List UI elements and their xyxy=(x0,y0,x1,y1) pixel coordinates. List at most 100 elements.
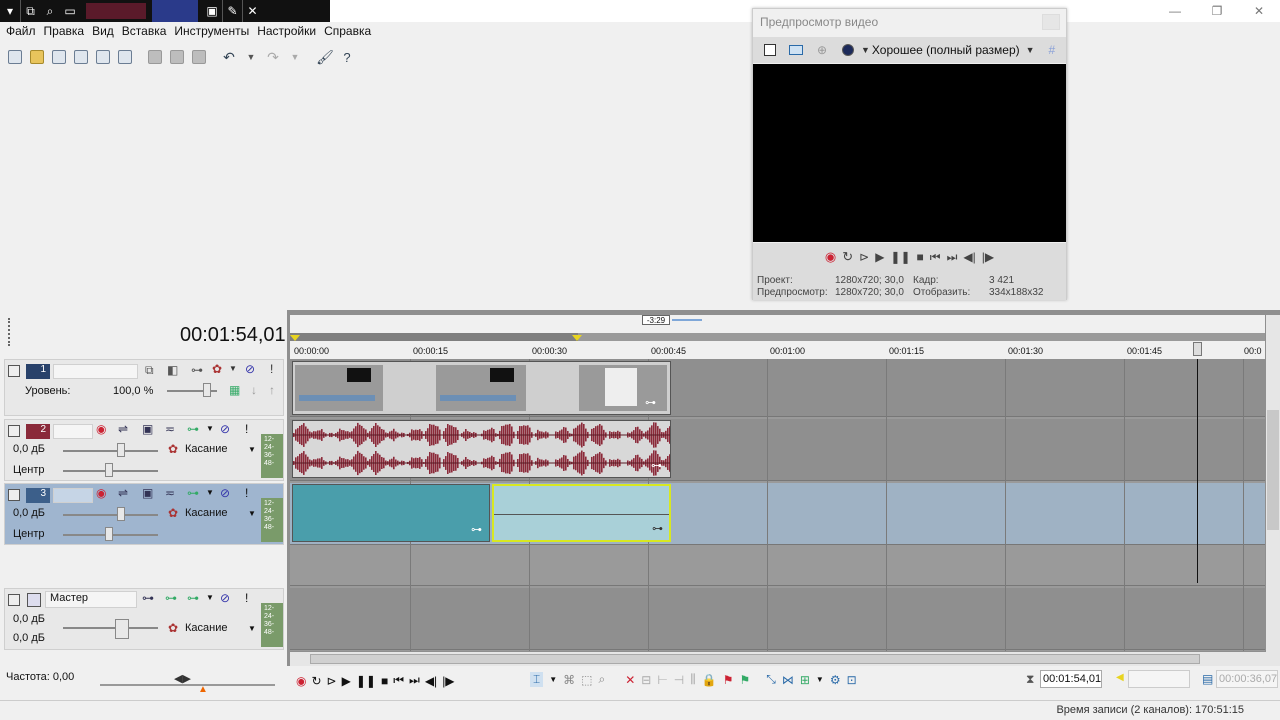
vertical-scrollbar[interactable] xyxy=(1266,315,1280,652)
clip-fx-icon[interactable]: ⊶ xyxy=(651,459,662,472)
split-icon[interactable]: ⫼ xyxy=(690,672,696,687)
automation-mode-icon[interactable]: ✿ xyxy=(168,621,178,635)
whats-this-icon[interactable]: ? xyxy=(336,46,358,68)
snapping-dropdown-icon[interactable]: ▼ xyxy=(816,675,824,684)
loop-icon[interactable]: ↻ xyxy=(311,674,321,688)
track-settings-dropdown-icon[interactable]: ▼ xyxy=(229,364,237,373)
automation-icon[interactable]: ≂ xyxy=(165,486,175,500)
undo-icon[interactable]: ↶ xyxy=(218,46,240,68)
menu-settings[interactable]: Настройки xyxy=(257,24,324,38)
video-preview-window[interactable]: Предпросмотр видео ⊕ ▼ Хорошее (полный р… xyxy=(752,8,1067,300)
cut-icon[interactable] xyxy=(144,46,166,68)
auto-ripple-icon[interactable]: ⚙ xyxy=(830,673,841,687)
stop-icon[interactable]: ■ xyxy=(381,674,388,688)
automation-mode[interactable]: Касание xyxy=(185,443,227,455)
level-slider-knob[interactable] xyxy=(203,383,211,397)
redo-dropdown-icon[interactable]: ▼ xyxy=(284,46,306,68)
prev-frame-icon[interactable]: ◀| xyxy=(963,250,975,264)
volume-slider-knob[interactable] xyxy=(117,507,125,521)
prev-frame-icon[interactable]: ◀| xyxy=(425,674,437,688)
pause-icon[interactable]: ❚❚ xyxy=(890,250,910,264)
volume-slider[interactable] xyxy=(63,514,158,516)
master-fx2-icon[interactable]: ⊶ xyxy=(187,591,199,605)
invert-phase-icon[interactable]: ⇌ xyxy=(118,486,128,500)
timeline-lanes[interactable]: ⊶ ⊶ ⊶ ⊶ xyxy=(290,359,1265,651)
restore-small-icon[interactable]: ⧉ xyxy=(20,0,40,22)
trim-start-icon[interactable]: ⊢ xyxy=(657,673,667,687)
edit-tool-dropdown-icon[interactable]: ▼ xyxy=(549,675,557,684)
mute-icon[interactable]: ⊘ xyxy=(220,486,230,500)
region-icon[interactable]: ⚑ xyxy=(739,673,750,687)
timeline-ruler[interactable]: -3:29 00:00:00 00:00:15 00:00:30 00:00:4… xyxy=(290,315,1265,359)
track-fx-box-icon[interactable]: ▣ xyxy=(142,422,153,436)
mute-icon[interactable]: ⊘ xyxy=(220,422,230,436)
lock-envelopes-icon[interactable]: ⊡ xyxy=(847,673,857,687)
master-volume-knob[interactable] xyxy=(115,619,129,639)
menu-file[interactable]: Файл xyxy=(6,24,44,38)
go-to-end-icon[interactable]: ⏭ xyxy=(409,673,420,688)
paste-icon[interactable] xyxy=(188,46,210,68)
arm-record-icon[interactable]: ◉ xyxy=(96,422,106,436)
master-automation-icon[interactable]: ⊶ xyxy=(142,591,154,605)
close-small-icon[interactable]: ✕ xyxy=(242,0,262,22)
pan-slider-knob[interactable] xyxy=(105,463,113,477)
menu-insert[interactable]: Вставка xyxy=(122,24,175,38)
go-to-end-icon[interactable]: ⏭ xyxy=(947,250,958,265)
cursor-time-field[interactable]: 00:01:54,01 xyxy=(1040,670,1102,688)
lane-master[interactable] xyxy=(290,588,1265,650)
pause-icon[interactable]: ❚❚ xyxy=(356,674,376,688)
track-fx-icon[interactable]: ⊶ xyxy=(187,422,199,436)
play-from-start-icon[interactable]: ⊳ xyxy=(327,674,337,688)
playhead-handle[interactable] xyxy=(1193,342,1202,356)
menu-edit[interactable]: Правка xyxy=(44,24,93,38)
track-header-audio-3[interactable]: 3 ◉ ⇌ ▣ ≂ ⊶ ▼ ⊘ ! 0,0 дБ ✿ Касание ▼ Цен… xyxy=(4,483,284,545)
normal-edit-tool-icon[interactable]: ⌶ xyxy=(530,672,544,687)
track-name-field[interactable] xyxy=(53,364,138,379)
master-volume-slider[interactable] xyxy=(63,627,158,629)
stop-icon[interactable]: ■ xyxy=(917,250,924,264)
quality-dropdown-arrow-icon[interactable]: ▼ xyxy=(861,45,870,55)
master-fx-icon[interactable]: ⊶ xyxy=(165,591,177,605)
play-icon[interactable]: ▶ xyxy=(875,250,884,264)
track-collapse-icon[interactable] xyxy=(8,489,20,501)
save-as-icon[interactable] xyxy=(70,46,92,68)
panel-grip[interactable] xyxy=(8,318,12,346)
overlays-icon[interactable]: # xyxy=(1049,43,1056,57)
redo-icon[interactable]: ↷ xyxy=(262,46,284,68)
external-monitor-icon[interactable] xyxy=(783,39,809,61)
screenshot-area-icon[interactable]: ▭ xyxy=(60,0,80,22)
maximize-button[interactable]: ❐ xyxy=(1196,0,1238,22)
zoom-icon[interactable]: ⌕ xyxy=(40,0,60,22)
rate-handle-icon[interactable]: ◀▶ xyxy=(174,672,191,685)
new-file-icon[interactable] xyxy=(4,46,26,68)
next-frame-icon[interactable]: |▶ xyxy=(982,250,994,264)
master-automation-mode[interactable]: Касание xyxy=(185,622,227,634)
preview-quality-select[interactable]: Хорошее (полный размер) xyxy=(872,43,1020,57)
zoom-tool-icon[interactable]: ⌕ xyxy=(598,672,605,687)
horizontal-scrollbar[interactable] xyxy=(290,652,1280,666)
master-fx-dropdown-icon[interactable]: ▼ xyxy=(206,593,214,602)
delete-icon[interactable]: ✕ xyxy=(625,673,635,687)
go-to-start-icon[interactable]: ⏮ xyxy=(393,673,404,688)
invert-phase-icon[interactable]: ⇌ xyxy=(118,422,128,436)
mute-icon[interactable]: ⊘ xyxy=(220,591,230,605)
snapping-icon[interactable]: ⊞ xyxy=(800,673,810,687)
automation-mode-icon[interactable]: ✿ xyxy=(168,506,178,520)
track-settings-icon[interactable]: ✿ xyxy=(212,362,222,376)
open-folder-icon[interactable] xyxy=(26,46,48,68)
close-button[interactable]: ✕ xyxy=(1238,0,1280,22)
arm-record-icon[interactable]: ◉ xyxy=(96,486,106,500)
volume-slider[interactable] xyxy=(63,450,158,452)
menu-help[interactable]: Справка xyxy=(324,24,379,38)
track-collapse-icon[interactable] xyxy=(8,365,20,377)
track-fx-box-icon[interactable]: ▣ xyxy=(142,486,153,500)
undo-dropdown-icon[interactable]: ▼ xyxy=(240,46,262,68)
pencil-icon[interactable]: ✎ xyxy=(222,0,242,22)
horizontal-scrollbar-thumb[interactable] xyxy=(310,654,1200,664)
clip-fx-icon[interactable]: ⊶ xyxy=(645,396,656,409)
make-compositing-parent-icon[interactable]: ↑ xyxy=(269,383,275,397)
preview-close-button[interactable] xyxy=(1042,14,1060,30)
fx-dropdown-icon[interactable]: ▼ xyxy=(206,488,214,497)
trim-icon[interactable]: ⊟ xyxy=(641,673,651,687)
menu-view[interactable]: Вид xyxy=(92,24,122,38)
